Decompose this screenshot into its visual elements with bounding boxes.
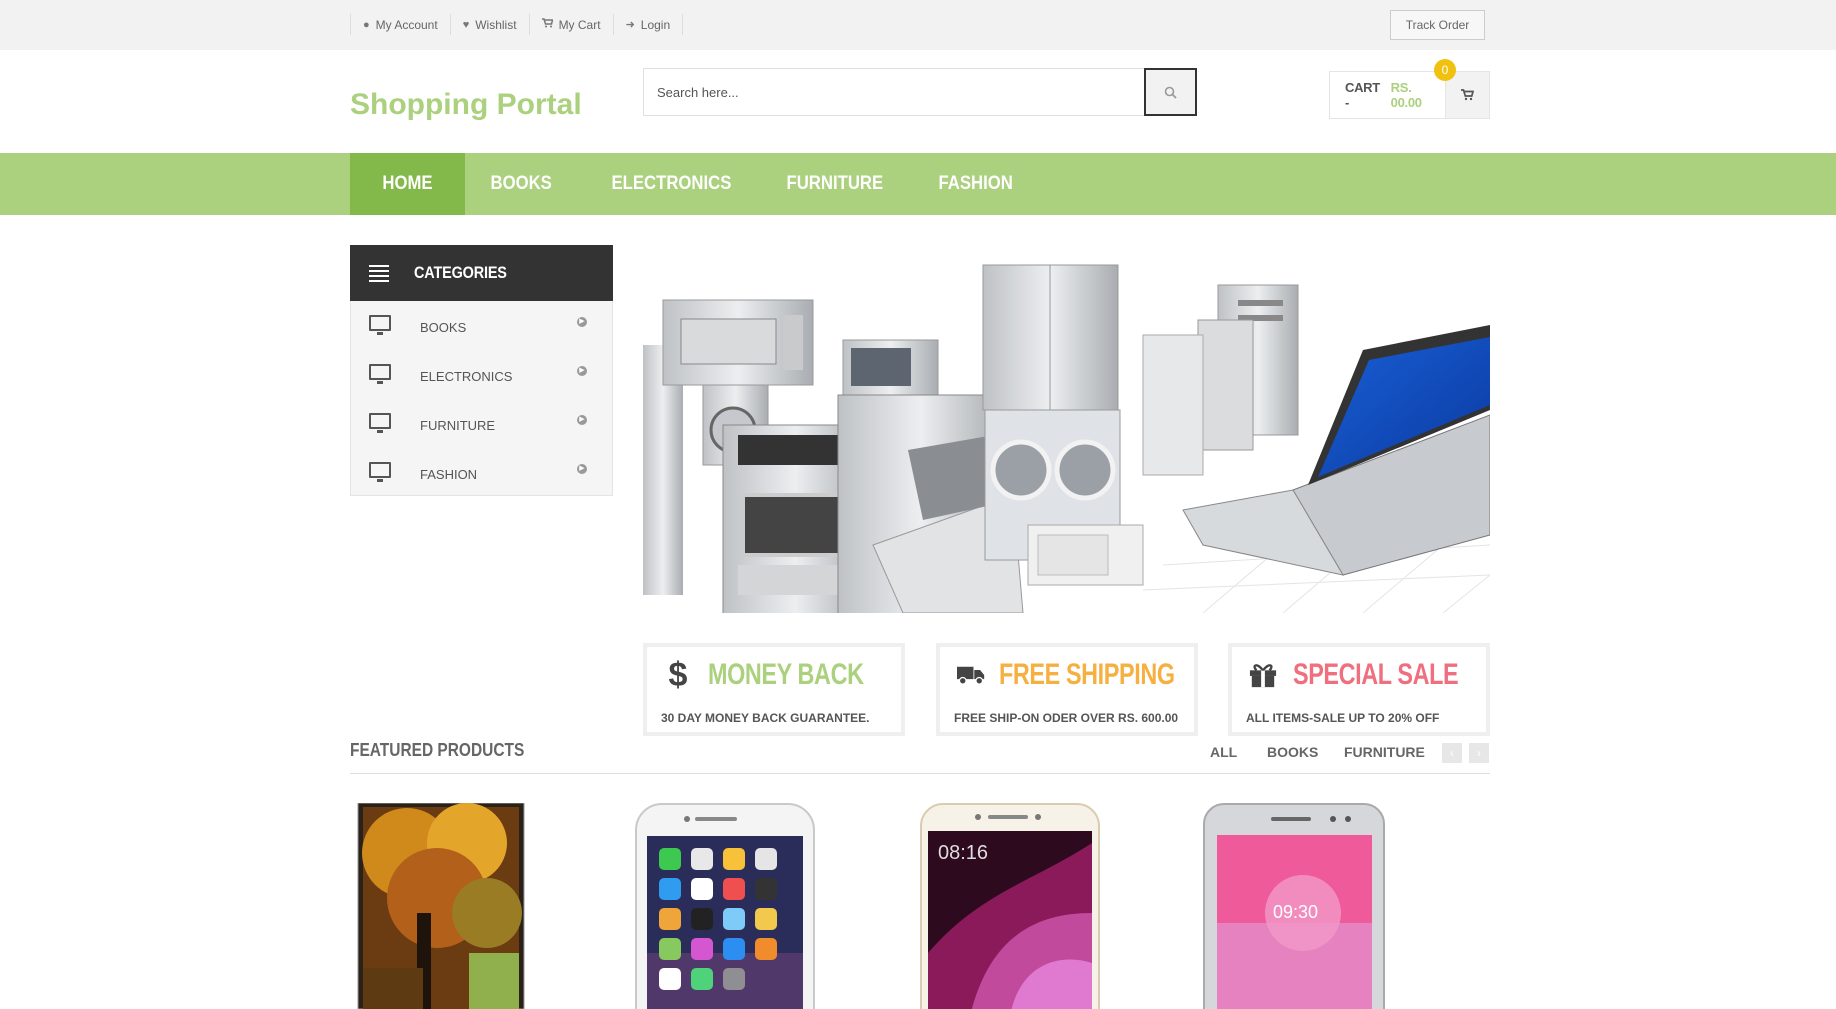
monitor-icon (369, 413, 391, 433)
carousel-next-button[interactable]: › (1469, 743, 1489, 763)
filter-all[interactable]: ALL (1210, 744, 1237, 760)
gift-icon (1249, 657, 1277, 693)
heart-icon: ♥ (462, 18, 470, 31)
top-bar (0, 0, 1836, 50)
category-label: ELECTRONICS (420, 369, 513, 384)
track-order-button[interactable]: Track Order (1390, 10, 1485, 40)
cart-amount: RS. 00.00 (1390, 80, 1422, 110)
nav-home[interactable]: HOME (350, 153, 465, 215)
cart-icon (541, 18, 554, 31)
product-image[interactable]: 09:30 (1203, 803, 1385, 1009)
my-cart-link[interactable]: My Cart (528, 14, 613, 35)
search-button[interactable] (1144, 68, 1197, 116)
nav-fashion[interactable]: FASHION (913, 153, 1038, 215)
cart-icon[interactable] (1445, 72, 1489, 118)
info-box-title: SPECIAL SALE (1293, 658, 1459, 691)
user-icon: ● (363, 18, 370, 31)
product-image[interactable] (635, 803, 815, 1009)
my-account-label: My Account (375, 17, 438, 32)
monitor-icon (369, 364, 391, 384)
login-link[interactable]: ➜ Login (612, 14, 684, 35)
my-account-link[interactable]: ● My Account (350, 14, 450, 35)
arrow-right-icon: ▶ (577, 415, 587, 425)
info-box-text: ALL ITEMS-SALE UP TO 20% OFF (1246, 711, 1440, 725)
nav-furniture[interactable]: FURNITURE (761, 153, 909, 215)
category-item-furniture[interactable]: FURNITURE ▶ (351, 399, 612, 448)
dollar-icon: $ (668, 655, 688, 694)
search-icon (1164, 86, 1177, 99)
wishlist-label: Wishlist (475, 17, 517, 32)
cart-summary: CART - RS. 00.00 (1330, 72, 1445, 118)
cart-label: CART - (1345, 80, 1380, 110)
svg-text:09:30: 09:30 (1273, 902, 1318, 922)
site-logo[interactable]: Shopping Portal (350, 88, 582, 122)
arrow-right-icon: ▶ (577, 366, 587, 376)
product-image[interactable]: 08:16 (920, 803, 1100, 1009)
category-label: FURNITURE (420, 418, 496, 433)
monitor-icon (369, 315, 391, 335)
category-item-electronics[interactable]: ELECTRONICS ▶ (351, 350, 612, 399)
category-item-books[interactable]: BOOKS ▶ (351, 301, 612, 350)
info-box-text: 30 DAY MONEY BACK GUARANTEE. (661, 711, 870, 725)
search-input[interactable] (644, 69, 1144, 115)
nav-home-label: HOME (382, 173, 433, 194)
svg-text:08:16: 08:16 (938, 842, 988, 864)
category-item-fashion[interactable]: FASHION ▶ (351, 448, 612, 497)
nav-electronics[interactable]: ELECTRONICS (586, 153, 757, 215)
top-links: ● My Account ♥ Wishlist My Cart ➜ Login (350, 14, 684, 35)
featured-divider (350, 773, 1490, 774)
category-label: FASHION (420, 467, 478, 482)
monitor-icon (369, 462, 391, 482)
info-box-title: MONEY BACK (708, 658, 864, 691)
filter-books[interactable]: BOOKS (1267, 744, 1318, 760)
info-box-special-sale: SPECIAL SALE ALL ITEMS-SALE UP TO 20% OF… (1228, 643, 1490, 736)
info-box-free-shipping: FREE SHIPPING FREE SHIP-ON ODER OVER RS.… (936, 643, 1198, 736)
list-icon (369, 262, 389, 285)
arrow-right-icon: ▶ (577, 464, 587, 474)
search-bar (643, 68, 1197, 116)
wishlist-link[interactable]: ♥ Wishlist (449, 14, 529, 35)
hero-banner-image[interactable] (643, 245, 1490, 613)
chevron-left-icon: ‹ (1450, 746, 1454, 760)
arrow-right-icon: ▶ (577, 317, 587, 327)
nav-books[interactable]: BOOKS (465, 153, 577, 215)
info-box-money-back: $ MONEY BACK 30 DAY MONEY BACK GUARANTEE… (643, 643, 905, 736)
my-cart-label: My Cart (558, 17, 601, 32)
carousel-prev-button[interactable]: ‹ (1442, 743, 1462, 763)
product-image[interactable] (357, 803, 525, 1009)
cart-count-badge: 0 (1434, 59, 1456, 81)
categories-title: CATEGORIES (414, 263, 507, 282)
info-box-title: FREE SHIPPING (999, 658, 1175, 691)
login-icon: ➜ (625, 19, 635, 31)
truck-icon (957, 657, 985, 693)
chevron-right-icon: › (1477, 746, 1481, 760)
filter-furniture[interactable]: FURNITURE (1344, 744, 1425, 760)
categories-list: BOOKS ▶ ELECTRONICS ▶ FURNITURE ▶ FASHIO… (350, 301, 613, 496)
category-label: BOOKS (420, 320, 467, 335)
categories-header: CATEGORIES (350, 245, 613, 301)
info-box-text: FREE SHIP-ON ODER OVER RS. 600.00 (954, 711, 1179, 725)
login-label: Login (640, 17, 671, 32)
featured-products-title: FEATURED PRODUCTS (350, 740, 525, 760)
header-cart[interactable]: CART - RS. 00.00 (1329, 71, 1490, 119)
